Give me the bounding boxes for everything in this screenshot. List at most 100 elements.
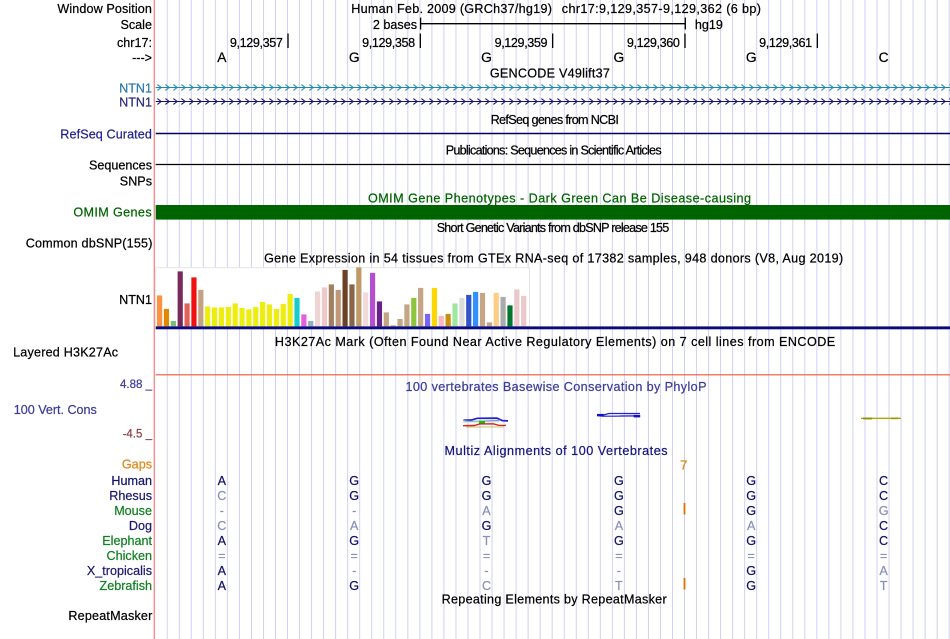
svg-text:G: G: [614, 534, 624, 548]
svg-text:hg19: hg19: [695, 18, 723, 32]
svg-text:G: G: [482, 474, 492, 488]
svg-text:C: C: [879, 489, 888, 503]
svg-text:--->: --->: [132, 51, 152, 65]
svg-text:Elephant: Elephant: [102, 534, 152, 548]
svg-text:-: -: [352, 564, 356, 578]
svg-text:C: C: [482, 579, 491, 593]
svg-text:T: T: [880, 579, 888, 593]
svg-text:A: A: [217, 50, 227, 65]
svg-text:9,129,360: 9,129,360: [627, 36, 680, 50]
svg-text:Multiz Alignments of 100 Verte: Multiz Alignments of 100 Vertebrates: [445, 444, 669, 458]
svg-text:Short Genetic Variants from db: Short Genetic Variants from dbSNP releas…: [437, 221, 670, 235]
svg-text:100 vertebrates Basewise Conse: 100 vertebrates Basewise Conservation by…: [406, 380, 707, 394]
svg-text:G: G: [349, 579, 359, 593]
svg-text:9,129,358: 9,129,358: [362, 36, 415, 50]
svg-text:G: G: [614, 504, 624, 518]
svg-text:H3K27Ac Mark (Often Found Near: H3K27Ac Mark (Often Found Near Active Re…: [275, 335, 836, 349]
svg-text:4.88 _: 4.88 _: [120, 379, 153, 391]
svg-text:G: G: [746, 489, 756, 503]
svg-text:T: T: [615, 579, 623, 593]
svg-text:Repeating Elements by RepeatMa: Repeating Elements by RepeatMasker: [442, 593, 667, 607]
svg-text:A: A: [482, 504, 491, 518]
svg-text:-: -: [352, 504, 356, 518]
svg-text:Zebrafish: Zebrafish: [100, 579, 153, 593]
svg-text:=: =: [218, 549, 225, 563]
svg-text:NTN1: NTN1: [119, 293, 152, 307]
svg-text:A: A: [615, 519, 624, 533]
svg-text:G: G: [482, 489, 492, 503]
svg-text:A: A: [747, 519, 756, 533]
svg-text:-4.5 _: -4.5 _: [123, 429, 153, 441]
svg-text:OMIM Gene Phenotypes - Dark Gr: OMIM Gene Phenotypes - Dark Green Can Be…: [368, 192, 751, 206]
svg-text:NTN1: NTN1: [119, 96, 152, 110]
svg-text:G: G: [614, 489, 624, 503]
svg-text:Dog: Dog: [129, 519, 152, 533]
svg-text:Chicken: Chicken: [107, 549, 153, 563]
svg-text:Gaps: Gaps: [122, 458, 152, 472]
svg-text:Gene Expression in 54 tissues: Gene Expression in 54 tissues from GTEx …: [264, 252, 843, 266]
svg-text:chr17:9,129,357-9,129,362 (6 b: chr17:9,129,357-9,129,362 (6 bp): [562, 2, 762, 16]
svg-text:G: G: [746, 534, 756, 548]
svg-text:Common dbSNP(155): Common dbSNP(155): [26, 237, 153, 251]
svg-text:OMIM Genes: OMIM Genes: [73, 206, 152, 220]
svg-text:Scale: Scale: [120, 18, 152, 32]
svg-text:Human Feb. 2009 (GRCh37/hg19): Human Feb. 2009 (GRCh37/hg19): [351, 2, 552, 16]
svg-text:=: =: [748, 549, 755, 563]
svg-text:C: C: [879, 534, 888, 548]
svg-text:9,129,357: 9,129,357: [230, 36, 283, 50]
svg-text:=: =: [615, 549, 622, 563]
svg-text:9,129,359: 9,129,359: [495, 36, 548, 50]
svg-text:G: G: [746, 474, 756, 488]
svg-text:G: G: [879, 504, 889, 518]
svg-text:A: A: [879, 564, 888, 578]
svg-text:Window Position: Window Position: [57, 2, 152, 16]
svg-text:G: G: [746, 579, 756, 593]
svg-text:G: G: [746, 50, 757, 65]
svg-text:G: G: [482, 519, 492, 533]
svg-text:G: G: [349, 474, 359, 488]
svg-text:Publications: Sequences in Sci: Publications: Sequences in Scientific Ar…: [446, 144, 662, 158]
svg-text:Mouse: Mouse: [114, 504, 152, 518]
svg-text:A: A: [218, 534, 227, 548]
svg-text:=: =: [483, 549, 490, 563]
svg-text:C: C: [217, 489, 226, 503]
svg-text:G: G: [349, 50, 360, 65]
svg-text:NTN1: NTN1: [119, 82, 152, 96]
svg-text:RepeatMasker: RepeatMasker: [68, 609, 152, 623]
svg-text:G: G: [746, 564, 756, 578]
svg-text:C: C: [879, 519, 888, 533]
svg-text:Human: Human: [111, 474, 152, 488]
svg-text:Sequences: Sequences: [89, 159, 152, 173]
svg-text:Layered H3K27Ac: Layered H3K27Ac: [13, 346, 118, 360]
svg-text:C: C: [217, 519, 226, 533]
svg-text:A: A: [350, 519, 359, 533]
svg-text:9,129,361: 9,129,361: [759, 36, 812, 50]
svg-text:G: G: [746, 504, 756, 518]
svg-text:=: =: [880, 549, 887, 563]
svg-text:Rhesus: Rhesus: [109, 489, 152, 503]
svg-text:G: G: [349, 489, 359, 503]
svg-text:A: A: [218, 474, 227, 488]
svg-text:A: A: [218, 564, 227, 578]
svg-text:-: -: [220, 504, 224, 518]
svg-text:T: T: [483, 534, 491, 548]
svg-text:C: C: [879, 474, 888, 488]
svg-text:GENCODE V49lift37: GENCODE V49lift37: [490, 67, 610, 81]
svg-text:X_tropicalis: X_tropicalis: [87, 564, 152, 578]
svg-text:7: 7: [680, 458, 687, 473]
svg-text:C: C: [879, 50, 889, 65]
svg-text:RefSeq Curated: RefSeq Curated: [60, 127, 152, 141]
svg-text:A: A: [218, 579, 227, 593]
svg-text:chr17:: chr17:: [117, 36, 152, 50]
svg-text:SNPs: SNPs: [120, 175, 152, 189]
svg-text:=: =: [351, 549, 358, 563]
svg-text:-: -: [484, 564, 488, 578]
svg-text:-: -: [617, 564, 621, 578]
svg-text:RefSeq genes from NCBI: RefSeq genes from NCBI: [491, 113, 619, 127]
svg-text:G: G: [614, 50, 625, 65]
svg-text:2 bases: 2 bases: [373, 18, 417, 32]
svg-text:G: G: [481, 50, 492, 65]
svg-text:100 Vert. Cons: 100 Vert. Cons: [14, 403, 97, 417]
svg-text:G: G: [614, 474, 624, 488]
svg-text:G: G: [349, 534, 359, 548]
